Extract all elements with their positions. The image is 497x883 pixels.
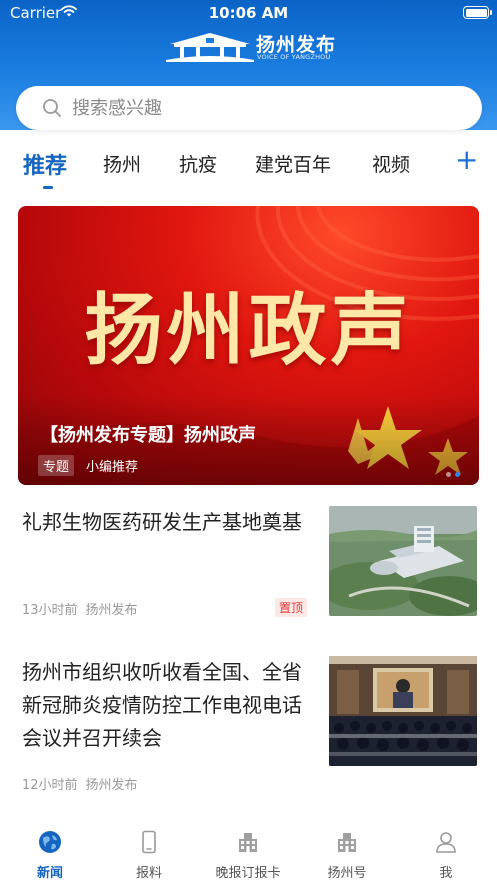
building-icon bbox=[338, 833, 356, 852]
news-list-item[interactable]: 扬州市组织收听收看全国、全省新冠肺炎疫情防控工作电视电话会议并召开续会 12小时… bbox=[0, 656, 497, 796]
nav-label: 报料 bbox=[135, 866, 162, 881]
article-source: 扬州发布 bbox=[85, 778, 138, 793]
tab-video[interactable]: 视频 bbox=[372, 150, 410, 177]
nav-label: 扬州号 bbox=[327, 866, 367, 881]
tab-recommend[interactable]: 推荐 bbox=[23, 148, 67, 180]
article-source: 扬州发布 bbox=[85, 603, 138, 618]
featured-banner[interactable]: 扬州政声 【扬州发布专题】扬州政声 专题 小编推荐 bbox=[18, 206, 479, 485]
building-icon bbox=[239, 833, 257, 852]
carousel-dot bbox=[446, 472, 451, 477]
app-logo: 扬州发布 VOICE OF YANGZHOU bbox=[166, 28, 336, 64]
article-thumbnail[interactable] bbox=[329, 656, 477, 766]
nav-news[interactable]: 新闻 bbox=[0, 820, 100, 881]
nav-label: 我 bbox=[439, 866, 453, 881]
app-header: Carrier 10:06 AM 扬州发布 VOICE OF YANGZHOU bbox=[0, 0, 497, 130]
tab-yangzhou[interactable]: 扬州 bbox=[103, 150, 141, 177]
phone-icon bbox=[142, 830, 156, 854]
category-tabs: 推荐 扬州 抗疫 建党百年 视频 + bbox=[0, 140, 497, 190]
battery-icon bbox=[463, 6, 492, 19]
search-icon bbox=[43, 99, 61, 117]
gate-logo-icon bbox=[166, 33, 254, 62]
nav-label: 新闻 bbox=[36, 866, 63, 881]
article-thumbnail[interactable] bbox=[329, 506, 477, 616]
globe-icon bbox=[39, 831, 61, 853]
conference-image bbox=[329, 656, 477, 766]
carousel-dot-active bbox=[455, 472, 460, 477]
article-title[interactable]: 礼邦生物医药研发生产基地奠基 bbox=[22, 506, 308, 539]
banner-tag: 专题 bbox=[38, 455, 75, 476]
clock: 10:06 AM bbox=[208, 4, 289, 22]
article-meta: 13小时前 扬州发布 bbox=[22, 599, 146, 618]
article-time: 12小时前 bbox=[22, 778, 78, 793]
nav-report[interactable]: 报料 bbox=[99, 820, 199, 881]
carousel-indicator bbox=[446, 462, 464, 481]
banner-title[interactable]: 【扬州发布专题】扬州政声 bbox=[40, 421, 256, 447]
banner-headline-art: 扬州政声 bbox=[84, 285, 413, 376]
status-bar: Carrier 10:06 AM bbox=[0, 0, 497, 26]
nav-yangzhou-account[interactable]: 扬州号 bbox=[297, 820, 397, 881]
tab-party-centenary[interactable]: 建党百年 bbox=[255, 150, 331, 177]
nav-me[interactable]: 我 bbox=[396, 820, 496, 881]
active-tab-indicator bbox=[43, 186, 53, 189]
banner-source: 小编推荐 bbox=[86, 460, 139, 475]
search-bar[interactable] bbox=[16, 86, 482, 130]
article-title[interactable]: 扬州市组织收听收看全国、全省新冠肺炎疫情防控工作电视电话会议并召开续会 bbox=[22, 656, 308, 755]
nav-subscription-card[interactable]: 晚报订报卡 bbox=[198, 820, 298, 881]
article-time: 13小时前 bbox=[22, 603, 78, 618]
article-meta: 12小时前 扬州发布 bbox=[22, 774, 146, 793]
search-input[interactable] bbox=[72, 94, 452, 122]
nav-label: 晚报订报卡 bbox=[215, 866, 281, 881]
add-channel-icon[interactable]: + bbox=[455, 146, 478, 174]
tab-anti-epidemic[interactable]: 抗疫 bbox=[179, 150, 217, 177]
news-list-item[interactable]: 礼邦生物医药研发生产基地奠基 13小时前 扬州发布 置顶 bbox=[0, 506, 497, 646]
aerial-campus-image bbox=[329, 506, 477, 616]
person-icon bbox=[436, 832, 456, 853]
app-subtitle: VOICE OF YANGZHOU bbox=[257, 53, 331, 61]
bottom-tab-bar: 新闻 报料 晚报订报卡 扬州号 我 bbox=[0, 820, 497, 883]
pinned-badge: 置顶 bbox=[275, 598, 308, 617]
